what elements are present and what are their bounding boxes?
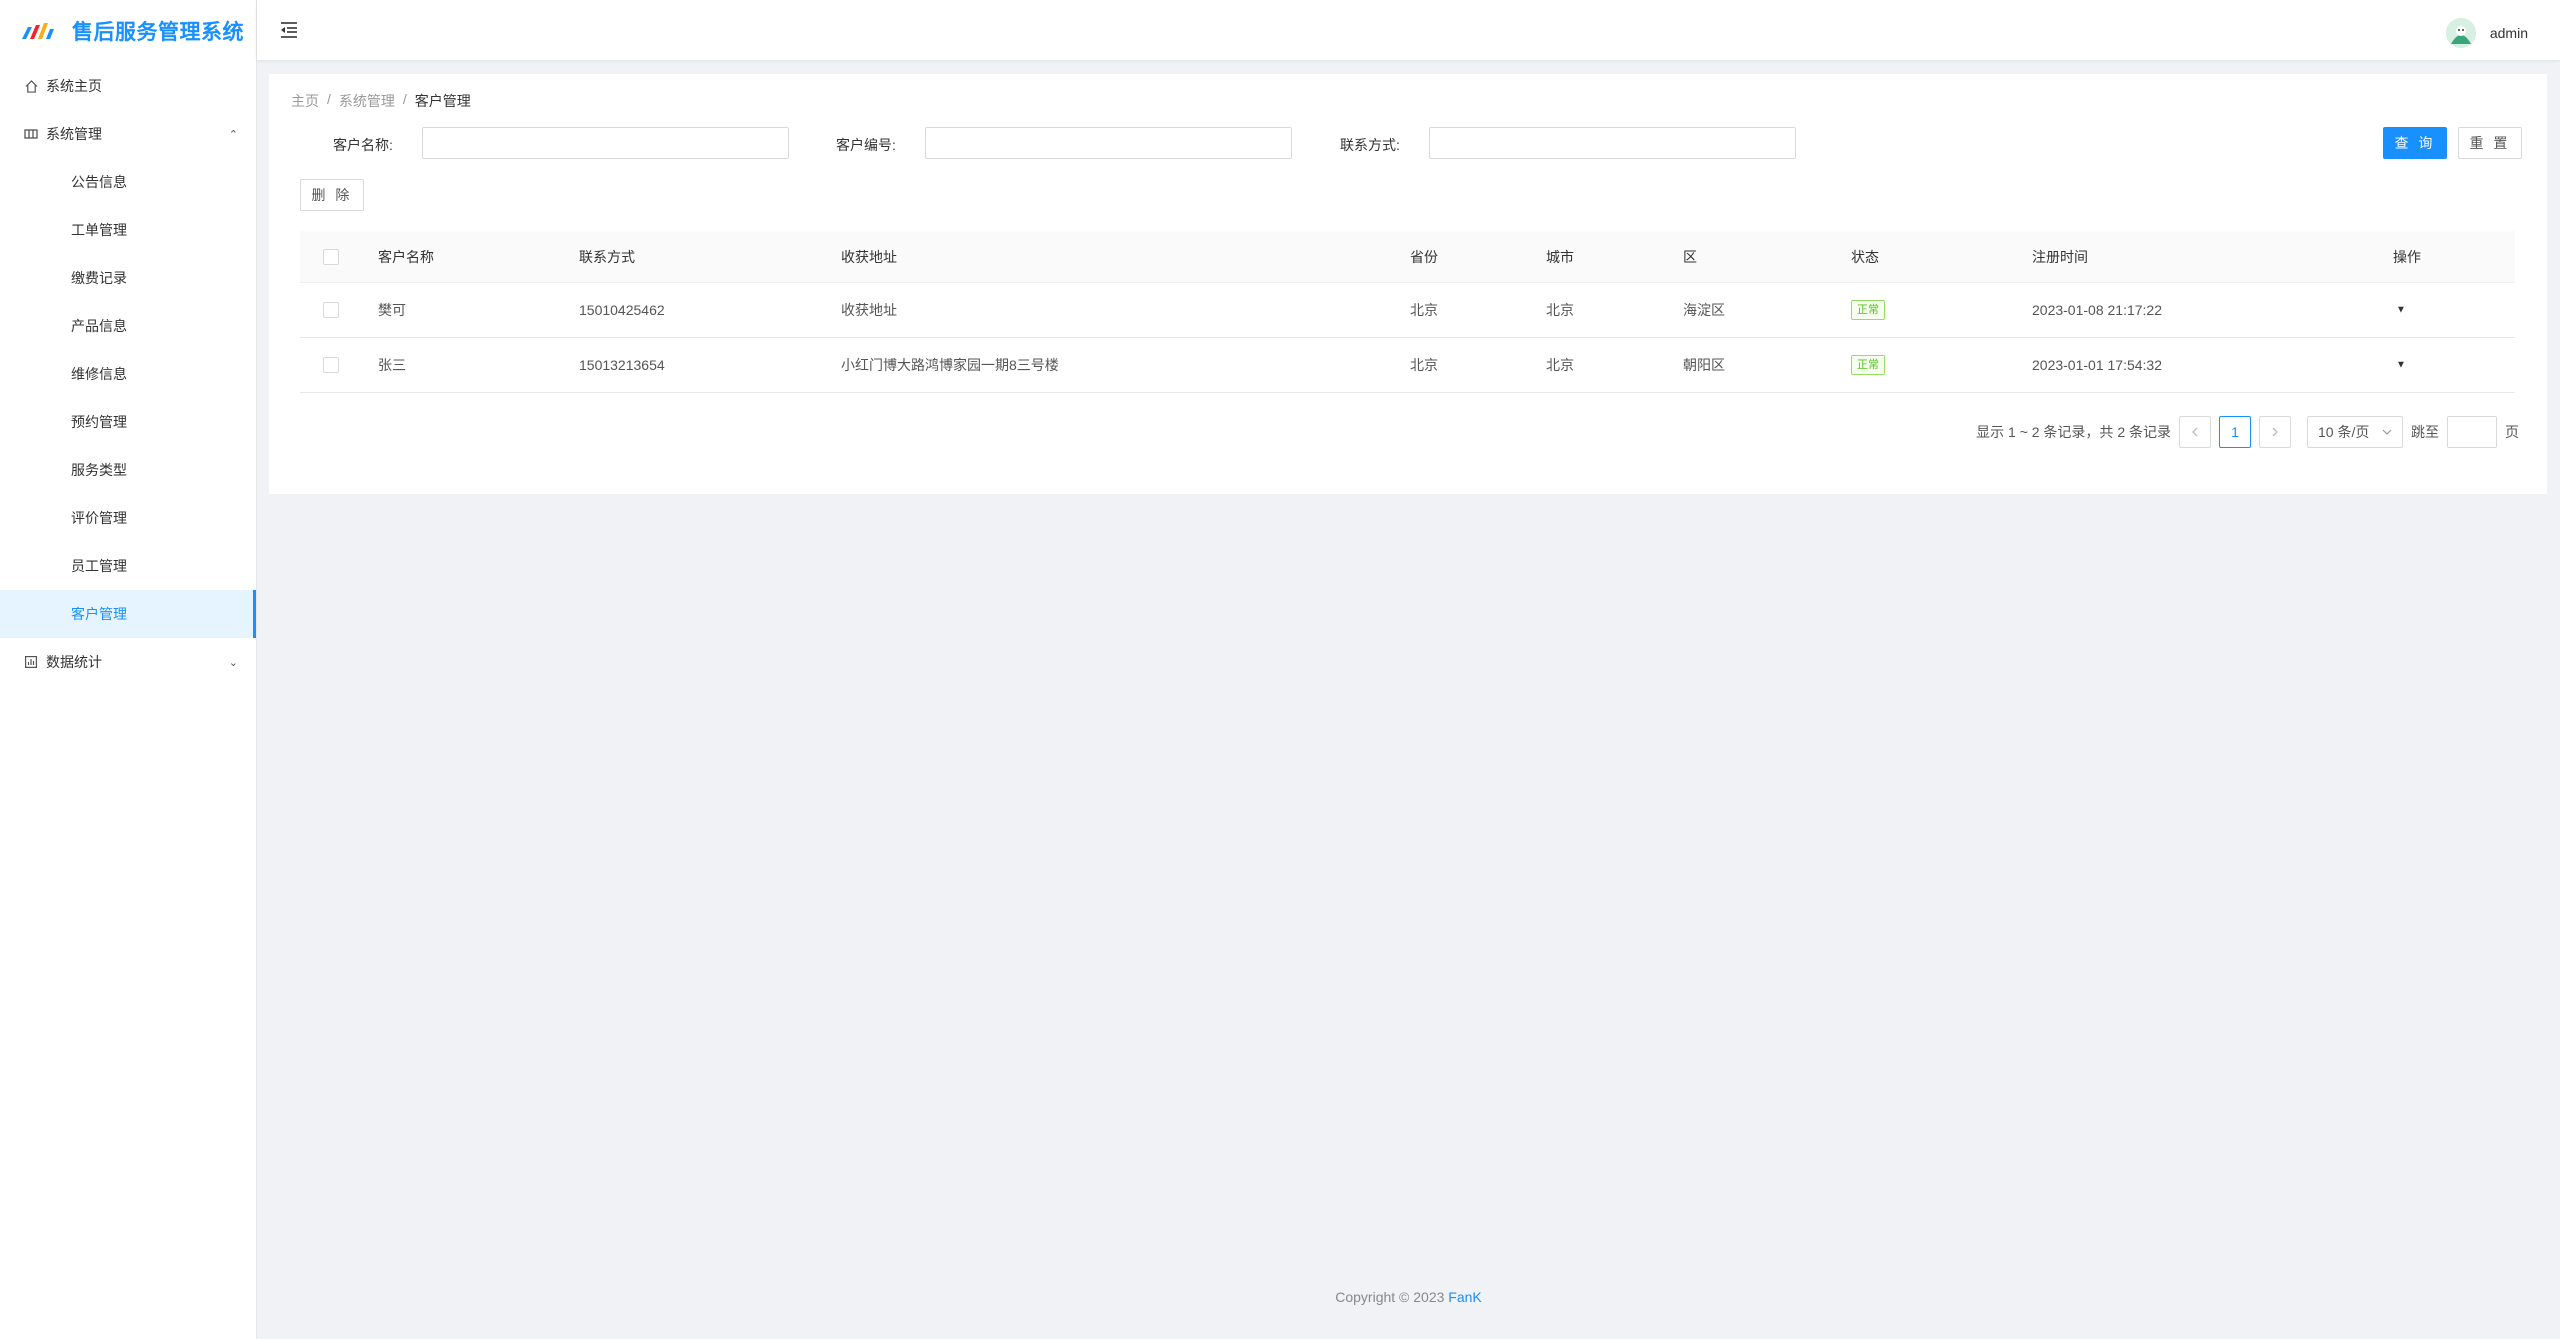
delete-button[interactable]: 删 除	[300, 179, 364, 211]
avatar	[2445, 18, 2476, 48]
page-size-select[interactable]: 10 条/页	[2307, 416, 2403, 448]
pagination-summary: 显示 1 ~ 2 条记录，共 2 条记录	[1976, 424, 2171, 440]
status-badge: 正常	[1851, 355, 1885, 375]
cell-province: 北京	[1410, 302, 1438, 318]
footer-brand-link[interactable]: FanK	[1448, 1289, 1481, 1305]
customer-name-label: 客户名称:	[333, 137, 393, 153]
column-header-city: 城市	[1546, 248, 1574, 265]
row-checkbox[interactable]	[323, 302, 339, 318]
submenu-item-products[interactable]: 产品信息	[0, 302, 256, 350]
filter-bar: 客户名称: 客户编号: 联系方式: 查 询 重 置	[269, 127, 2547, 161]
brand-logo-icon	[22, 23, 54, 39]
submenu-item-repairs[interactable]: 维修信息	[0, 350, 256, 398]
chevron-up-icon: ⌃	[228, 128, 238, 141]
cell-name: 樊可	[378, 302, 406, 318]
cell-register-time: 2023-01-08 21:17:22	[2032, 302, 2162, 318]
submenu-item-reviews[interactable]: 评价管理	[0, 494, 256, 542]
submenu-item-appointments[interactable]: 预约管理	[0, 398, 256, 446]
customer-code-label: 客户编号:	[836, 137, 896, 153]
top-header: admin	[257, 0, 2560, 60]
table-header-row: 客户名称 联系方式 收获地址 省份 城市 区 状态 注册时间 操作	[300, 231, 2515, 283]
row-checkbox[interactable]	[323, 357, 339, 373]
customer-code-input[interactable]	[925, 127, 1292, 159]
reset-button[interactable]: 重 置	[2458, 127, 2522, 159]
cell-district: 海淀区	[1683, 302, 1725, 318]
home-icon	[24, 79, 38, 93]
breadcrumb-home[interactable]: 主页	[291, 91, 319, 111]
menu-item-home-label: 系统主页	[46, 78, 102, 94]
cell-district: 朝阳区	[1683, 357, 1725, 373]
submenu-item-customers[interactable]: 客户管理	[0, 590, 256, 638]
search-button[interactable]: 查 询	[2383, 127, 2447, 159]
page-suffix: 页	[2505, 424, 2519, 440]
cell-contact: 15010425462	[579, 302, 665, 318]
customer-name-input[interactable]	[422, 127, 789, 159]
menu-group-system[interactable]: 系统管理 ⌃	[0, 110, 256, 158]
breadcrumb-separator: /	[402, 91, 407, 107]
column-header-district: 区	[1683, 248, 1697, 265]
prev-page-button[interactable]	[2179, 416, 2211, 448]
cell-city: 北京	[1546, 357, 1574, 373]
footer: Copyright © 2023 FanK	[257, 1289, 2560, 1305]
submenu-item-employees[interactable]: 员工管理	[0, 542, 256, 590]
select-all-checkbox[interactable]	[323, 248, 339, 265]
submenu-item-announcements[interactable]: 公告信息	[0, 158, 256, 206]
content-card: 主页 / 系统管理 / 客户管理 客户名称: 客户编号: 联系方式: 查 询 重…	[269, 74, 2547, 494]
page-number-button[interactable]: 1	[2219, 416, 2251, 448]
chart-icon	[24, 655, 38, 669]
submenu-item-payments[interactable]: 缴费记录	[0, 254, 256, 302]
main-menu: 系统主页 系统管理 ⌃ 公告信息 工单管理 缴费记录 产品信息 维修信息 预约管…	[0, 62, 256, 686]
user-menu[interactable]: admin	[2445, 18, 2528, 48]
breadcrumb-parent[interactable]: 系统管理	[339, 91, 395, 111]
menu-group-statistics[interactable]: 数据统计 ⌄	[0, 638, 256, 686]
column-header-address: 收获地址	[841, 248, 897, 265]
menu-group-statistics-label: 数据统计	[46, 654, 102, 670]
contact-label: 联系方式:	[1340, 137, 1400, 153]
menu-item-home[interactable]: 系统主页	[0, 62, 256, 110]
cell-register-time: 2023-01-01 17:54:32	[2032, 357, 2162, 373]
column-header-province: 省份	[1410, 248, 1438, 265]
settings-icon	[24, 127, 38, 141]
cell-city: 北京	[1546, 302, 1574, 318]
chevron-right-icon	[2272, 427, 2278, 437]
column-header-name: 客户名称	[378, 248, 434, 265]
menu-fold-icon[interactable]	[279, 21, 299, 39]
next-page-button[interactable]	[2259, 416, 2291, 448]
table-row: 张三 15013213654 小红门博大路鸿博家园一期8三号楼 北京 北京 朝阳…	[300, 338, 2515, 393]
contact-input[interactable]	[1429, 127, 1796, 159]
column-header-status: 状态	[1851, 248, 1879, 265]
page-size-value: 10 条/页	[2318, 424, 2370, 440]
app-title: 售后服务管理系统	[72, 21, 244, 44]
chevron-down-icon: ⌄	[228, 656, 238, 669]
logo[interactable]: 售后服务管理系统	[0, 0, 256, 62]
caret-down-icon[interactable]: ▼	[2396, 305, 2406, 316]
submenu-item-work-orders[interactable]: 工单管理	[0, 206, 256, 254]
breadcrumb-current: 客户管理	[414, 93, 471, 109]
cell-address: 小红门博大路鸿博家园一期8三号楼	[841, 357, 1059, 373]
cell-contact: 15013213654	[579, 357, 665, 373]
breadcrumb-separator: /	[327, 91, 331, 107]
cell-name: 张三	[378, 357, 406, 373]
caret-down-icon[interactable]: ▼	[2396, 360, 2406, 371]
menu-group-system-label: 系统管理	[46, 126, 102, 142]
chevron-down-icon	[2382, 429, 2392, 435]
submenu-item-service-types[interactable]: 服务类型	[0, 446, 256, 494]
column-header-contact: 联系方式	[579, 248, 635, 265]
jump-page-input[interactable]	[2447, 416, 2497, 448]
pagination: 显示 1 ~ 2 条记录，共 2 条记录 1 10 条/页 跳至 页	[1976, 416, 2519, 448]
column-header-actions: 操作	[2393, 248, 2421, 265]
jump-label: 跳至	[2411, 424, 2439, 440]
cell-address: 收获地址	[841, 302, 897, 318]
chevron-left-icon	[2192, 427, 2198, 437]
username: admin	[2489, 25, 2528, 41]
cell-province: 北京	[1410, 357, 1438, 373]
breadcrumb: 主页 / 系统管理 / 客户管理	[291, 91, 471, 111]
status-badge: 正常	[1851, 300, 1885, 320]
customer-table: 客户名称 联系方式 收获地址 省份 城市 区 状态 注册时间 操作 樊可 150…	[300, 231, 2515, 393]
copyright-text: Copyright © 2023	[1335, 1289, 1445, 1305]
sidebar: 售后服务管理系统 系统主页 系统管理 ⌃ 公告信息 工单管理 缴费记录 产品信息…	[0, 0, 257, 1339]
table-row: 樊可 15010425462 收获地址 北京 北京 海淀区 正常 2023-01…	[300, 283, 2515, 338]
column-header-register-time: 注册时间	[2032, 248, 2088, 265]
